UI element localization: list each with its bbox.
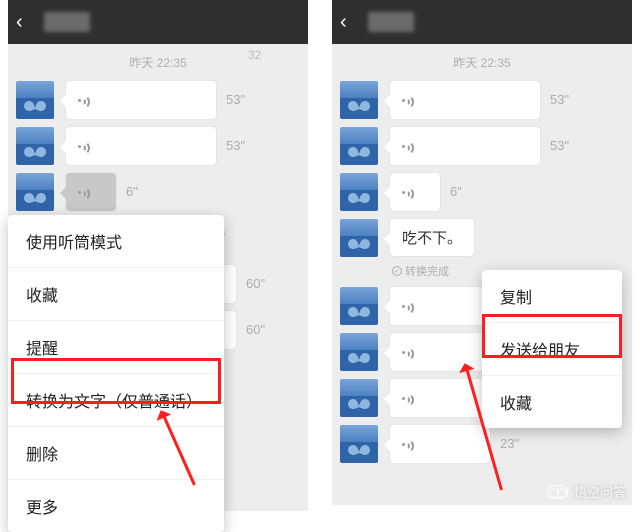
menu-item[interactable]: 收藏 <box>8 268 224 321</box>
voice-message-row[interactable]: 53" <box>332 123 632 169</box>
watermark-text: 悟空问答 <box>574 482 626 501</box>
menu-item[interactable]: 更多 <box>8 480 224 532</box>
menu-item[interactable]: 收藏 <box>482 376 622 428</box>
voice-wave-icon <box>402 345 416 359</box>
back-icon[interactable]: ‹ <box>16 12 36 32</box>
watermark: 悟空问答 <box>546 482 626 501</box>
voice-wave-icon <box>78 139 92 153</box>
voice-bubble[interactable] <box>66 127 216 165</box>
voice-bubble[interactable] <box>390 425 490 463</box>
voice-bubble[interactable] <box>390 81 540 119</box>
avatar[interactable] <box>340 287 378 325</box>
avatar[interactable] <box>340 127 378 165</box>
voice-duration: 53" <box>226 127 245 165</box>
menu-item[interactable]: 使用听筒模式 <box>8 215 224 268</box>
voice-message-row[interactable]: 6" <box>332 169 632 215</box>
watermark-icon <box>546 485 568 499</box>
voice-context-menu: 使用听筒模式收藏提醒转换为文字（仅普通话）删除更多 <box>8 215 224 532</box>
contact-name-blurred <box>44 12 90 32</box>
avatar[interactable] <box>340 425 378 463</box>
voice-message-row[interactable]: 53" <box>8 123 308 169</box>
navbar: ‹ <box>8 0 308 44</box>
voice-wave-icon <box>402 299 416 313</box>
text-bubble[interactable]: 吃不下。 <box>390 219 474 256</box>
avatar[interactable] <box>16 127 54 165</box>
voice-bubble[interactable] <box>390 173 440 211</box>
avatar[interactable] <box>340 173 378 211</box>
timestamp: 昨天 22:35 <box>332 54 632 71</box>
avatar[interactable] <box>16 173 54 211</box>
voice-duration: 60" <box>246 311 265 349</box>
voice-wave-icon <box>78 93 92 107</box>
voice-bubble[interactable] <box>66 173 116 211</box>
screenshot-left: ‹ 32 昨天 22:35 53" 53" 6" 34" 6 <box>8 0 308 511</box>
avatar[interactable] <box>340 81 378 119</box>
voice-duration: 60" <box>246 265 265 303</box>
voice-wave-icon <box>402 391 416 405</box>
back-icon[interactable]: ‹ <box>340 12 360 32</box>
voice-message-row[interactable]: 53" <box>332 77 632 123</box>
voice-duration: 6" <box>126 173 138 211</box>
voice-duration: 53" <box>550 81 569 119</box>
voice-bubble[interactable] <box>66 81 216 119</box>
check-icon: ✓ <box>392 266 402 276</box>
voice-wave-icon <box>402 437 416 451</box>
menu-item[interactable]: 提醒 <box>8 321 224 374</box>
text-context-menu: 复制发送给朋友收藏 <box>482 270 622 428</box>
avatar[interactable] <box>16 81 54 119</box>
voice-duration: 6" <box>450 173 462 211</box>
screenshot-right: ‹ 昨天 22:35 53" 53" 6" 吃不下。 ✓转换完成 34" <box>332 0 632 505</box>
voice-bubble[interactable] <box>390 127 540 165</box>
voice-wave-icon <box>402 93 416 107</box>
navbar: ‹ <box>332 0 632 44</box>
voice-duration: 53" <box>226 81 245 119</box>
contact-name-blurred <box>368 12 414 32</box>
menu-item[interactable]: 发送给朋友 <box>482 323 622 376</box>
avatar[interactable] <box>340 219 378 257</box>
voice-message-row[interactable]: 53" <box>8 77 308 123</box>
menu-item[interactable]: 转换为文字（仅普通话） <box>8 374 224 427</box>
voice-message-row[interactable]: 6" <box>8 169 308 215</box>
voice-wave-icon <box>402 185 416 199</box>
voice-wave-icon <box>78 185 92 199</box>
voice-wave-icon <box>402 139 416 153</box>
avatar[interactable] <box>340 379 378 417</box>
menu-item[interactable]: 删除 <box>8 427 224 480</box>
voice-duration: 53" <box>550 127 569 165</box>
timestamp: 昨天 22:35 <box>8 54 308 71</box>
text-message-row[interactable]: 吃不下。 <box>332 215 632 261</box>
avatar[interactable] <box>340 333 378 371</box>
menu-item[interactable]: 复制 <box>482 270 622 323</box>
voice-duration: 23" <box>500 425 519 463</box>
